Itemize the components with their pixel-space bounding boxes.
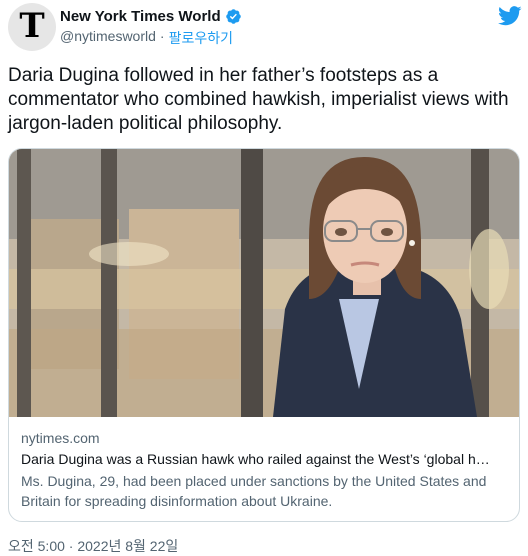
card-description: Ms. Dugina, 29, had been placed under sa… [21,473,487,509]
author-handle[interactable]: @nytimesworld [60,28,156,48]
portrait-photo [9,149,519,417]
author-handle-row: @nytimesworld · 팔로우하기 [60,28,233,48]
card-image[interactable] [9,149,519,417]
author-display-name[interactable]: New York Times World [60,8,221,25]
nyt-logo-icon: T [19,6,45,46]
author-avatar[interactable]: T [8,3,56,51]
card-meta[interactable]: nytimes.com Daria Dugina was a Russian h… [21,429,507,511]
author-name-row[interactable]: New York Times World [60,8,242,25]
tweet-timestamp[interactable]: 오전 5:00 · 2022년 8월 22일 [8,536,178,556]
link-preview-card[interactable]: nytimes.com Daria Dugina was a Russian h… [8,148,520,522]
card-domain: nytimes.com [21,430,100,446]
follow-button[interactable]: 팔로우하기 [169,28,233,48]
tweet-text: Daria Dugina followed in her father’s fo… [8,65,509,134]
card-title[interactable]: Daria Dugina was a Russian hawk who rail… [21,449,507,469]
handle-separator: · [159,28,165,44]
twitter-bird-icon[interactable] [498,6,522,26]
verified-badge-icon [225,9,241,24]
